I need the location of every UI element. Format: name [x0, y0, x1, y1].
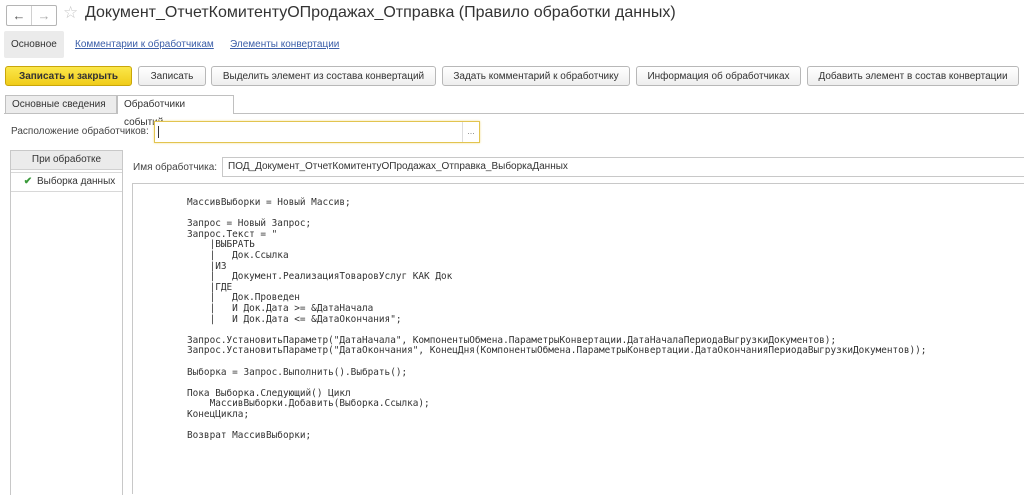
text-cursor [158, 126, 159, 138]
tab-basic-info[interactable]: Основные сведения [5, 95, 117, 113]
location-input[interactable]: ... [154, 121, 480, 143]
choose-button[interactable]: ... [462, 122, 479, 142]
save-and-close-button[interactable]: Записать и закрыть [5, 66, 132, 86]
code-text: МассивВыборки = Новый Массив; Запрос = Н… [187, 197, 927, 442]
handler-name-field[interactable]: ПОД_Документ_ОтчетКомитентуОПродажах_Отп… [222, 157, 1024, 177]
handlers-info-button[interactable]: Информация об обработчиках [636, 66, 801, 86]
favorite-star-icon[interactable]: ☆ [63, 3, 78, 23]
forward-arrow-icon[interactable]: → [31, 6, 56, 25]
back-arrow-icon[interactable]: ← [7, 6, 31, 25]
section-conversion-link[interactable]: Элементы конвертации [223, 31, 346, 58]
events-group-header[interactable]: При обработке [11, 151, 122, 170]
code-editor[interactable]: МассивВыборки = Новый Массив; Запрос = Н… [132, 183, 1024, 494]
location-label: Расположение обработчиков: [11, 126, 149, 137]
event-item-data-selection[interactable]: ✔ Выборка данных [11, 172, 122, 192]
window-title: Документ_ОтчетКомитентуОПродажах_Отправк… [85, 4, 676, 21]
handler-name-label: Имя обработчика: [133, 162, 218, 173]
add-element-button[interactable]: Добавить элемент в состав конвертации [807, 66, 1019, 86]
section-comments-link[interactable]: Комментарии к обработчикам [68, 31, 221, 58]
checkmark-icon: ✔ [23, 176, 33, 187]
extract-element-button[interactable]: Выделить элемент из состава конвертаций [211, 66, 436, 86]
event-item-label: Выборка данных [37, 176, 116, 187]
tab-event-handlers[interactable]: Обработчики событий [117, 95, 234, 128]
section-main[interactable]: Основное [4, 31, 64, 58]
nav-buttons: ← → [6, 5, 57, 26]
save-button[interactable]: Записать [138, 66, 206, 86]
events-list [10, 150, 123, 495]
set-comment-button[interactable]: Задать комментарий к обработчику [442, 66, 630, 86]
